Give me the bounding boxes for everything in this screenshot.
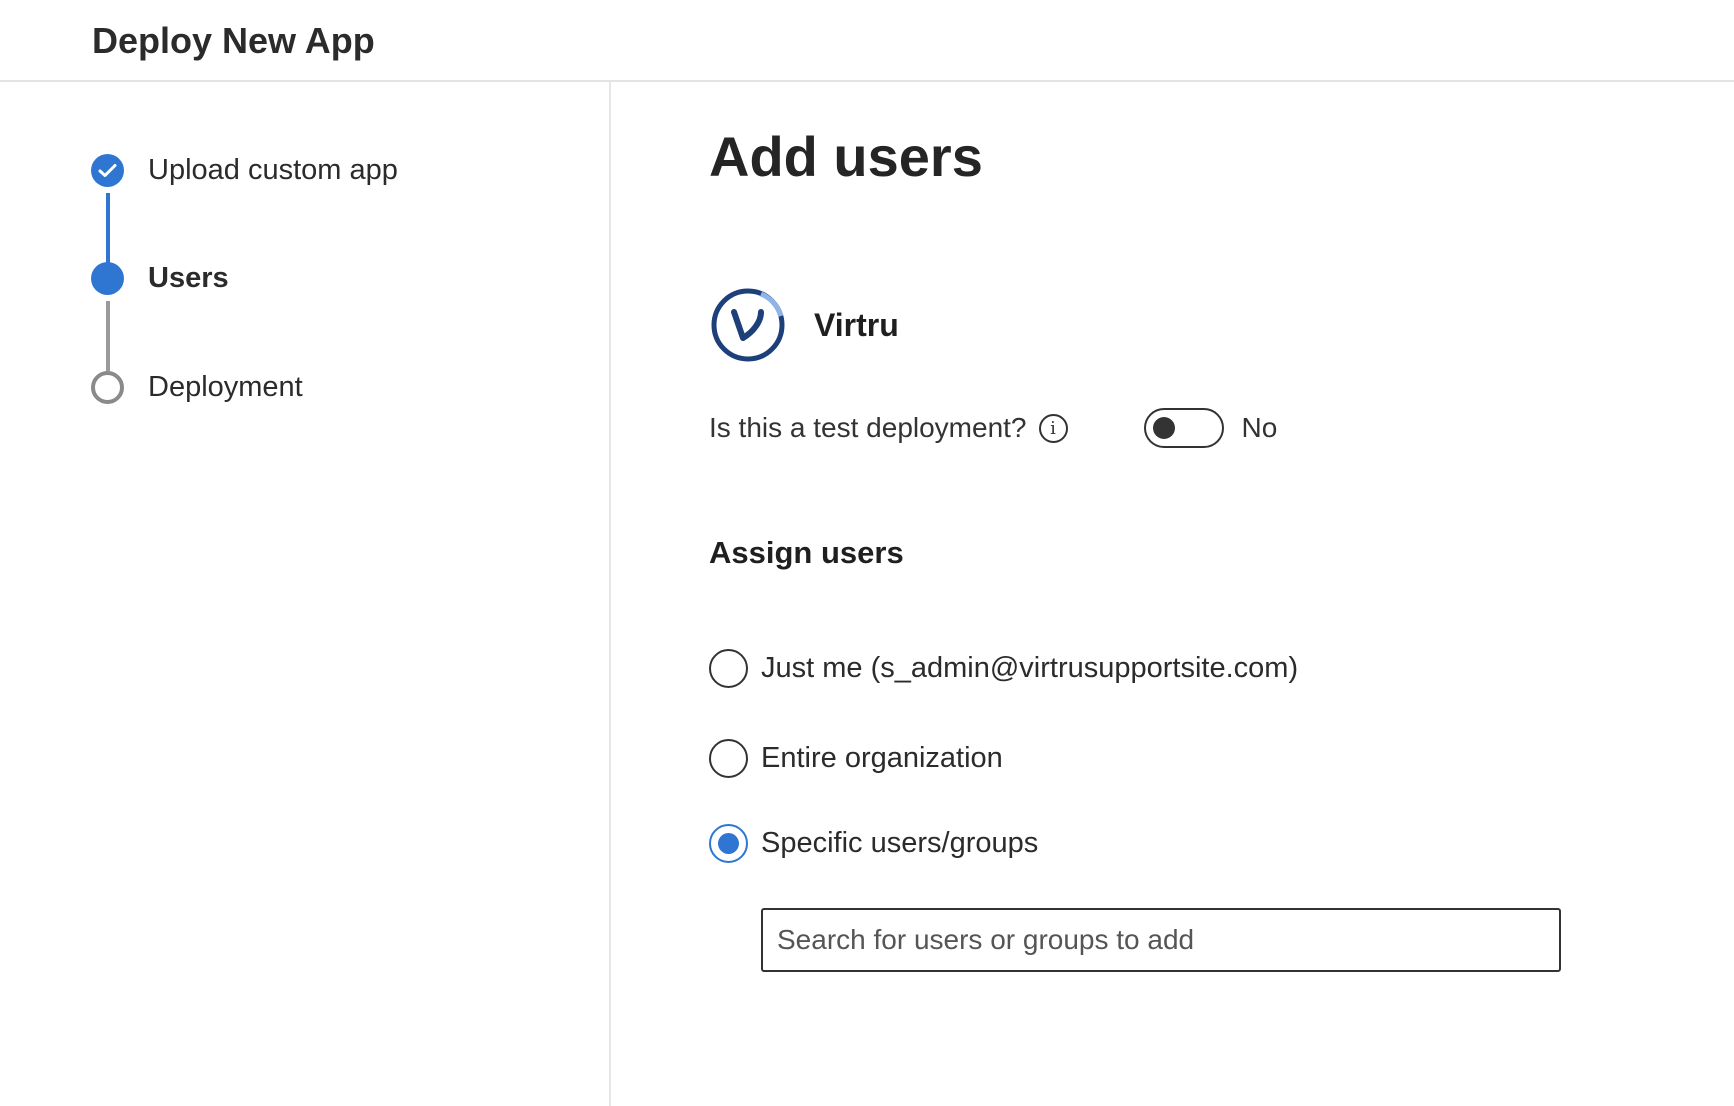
virtru-logo-icon (711, 288, 785, 362)
radio-label: Entire organization (761, 742, 1003, 774)
radio-button[interactable] (709, 649, 748, 688)
radio-dot (718, 833, 739, 854)
radio-specific-users-groups[interactable]: Specific users/groups (709, 824, 1038, 863)
step-label: Deployment (148, 371, 303, 403)
radio-entire-organization[interactable]: Entire organization (709, 739, 1003, 778)
radio-just-me[interactable]: Just me (s_admin@virtrusupportsite.com) (709, 649, 1298, 688)
main-panel: Add users Virtru Is this a test deployme… (611, 82, 1734, 1106)
pending-step-icon (91, 371, 124, 404)
header-title: Deploy New App (92, 20, 375, 61)
search-users-input[interactable] (761, 908, 1561, 972)
step-connector (106, 193, 110, 263)
test-deployment-toggle[interactable] (1143, 408, 1224, 448)
toggle-state-label: No (1241, 412, 1278, 443)
app-info: Virtru (709, 286, 899, 364)
radio-label: Specific users/groups (761, 827, 1039, 859)
radio-label: Just me (s_admin@virtrusupportsite.com) (761, 652, 1299, 684)
step-deployment[interactable]: Deployment (91, 371, 303, 404)
info-icon[interactable]: i (1038, 413, 1068, 443)
test-deployment-row: Is this a test deployment? i No (709, 408, 1277, 448)
test-deployment-question: Is this a test deployment? (709, 412, 1027, 443)
step-label: Users (148, 262, 229, 294)
current-step-icon (91, 262, 124, 295)
step-connector (106, 301, 110, 371)
step-upload-custom-app[interactable]: Upload custom app (91, 154, 398, 187)
check-icon (91, 154, 124, 187)
page-title: Add users (709, 125, 983, 188)
app-name: Virtru (814, 306, 899, 343)
radio-button[interactable] (709, 739, 748, 778)
wizard-steps-sidebar: Upload custom app Users Deployment (0, 82, 611, 1106)
assign-users-heading: Assign users (709, 535, 904, 570)
toggle-knob (1152, 417, 1175, 439)
radio-button-selected[interactable] (709, 824, 748, 863)
page-header: Deploy New App (0, 0, 1734, 82)
step-users[interactable]: Users (91, 262, 229, 295)
step-label: Upload custom app (148, 154, 398, 186)
